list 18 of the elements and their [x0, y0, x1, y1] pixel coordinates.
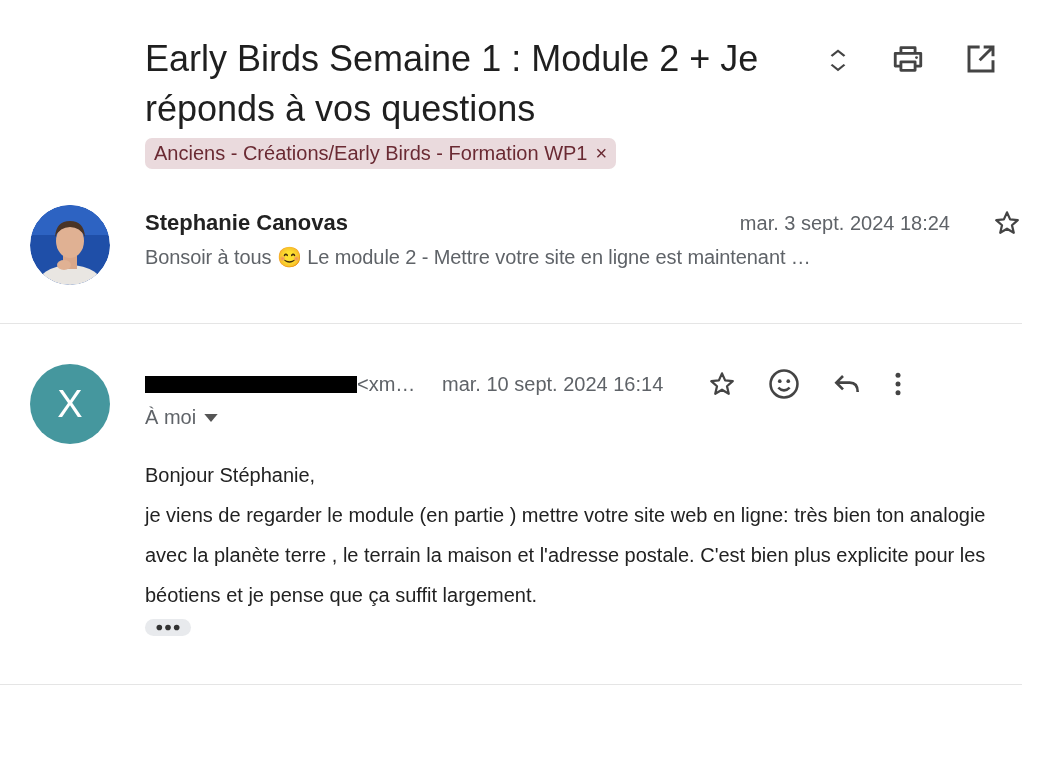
- avatar: X: [30, 364, 110, 444]
- emoji-reaction-icon[interactable]: [767, 367, 802, 401]
- show-trimmed-content-button[interactable]: [145, 619, 191, 636]
- message-paragraph: Bonjour Stéphanie,: [145, 463, 317, 488]
- label-text: Anciens - Créations/Early Birds - Formation WP1: [154, 142, 588, 165]
- message-paragraph: je viens de regarder le module (en partie ) mettre votre site web en ligne: très bien ton analogie avec la planète terre , le terrain la maison et l'adresse postale. C'est bien plus explicite pour les béotiens et je pense que ça suffit largement.: [145, 503, 987, 608]
- message-date: mar. 3 sept. 2024 18:24: [739, 211, 950, 235]
- email-subject: Early Birds Semaine 1 : Module 2 + Je réponds à vos questions: [145, 37, 760, 131]
- remove-label-button[interactable]: ×: [595, 142, 608, 165]
- label-chip[interactable]: Anciens - Créations/Early Birds - Formation WP1 ×: [145, 138, 617, 169]
- message-snippet[interactable]: Bonsoir à tous 😊 Le module 2 - Mettre votre site en ligne est maintenant …: [145, 245, 1022, 269]
- ellipsis-icon: [155, 623, 181, 632]
- sender-email: <xm…: [357, 372, 416, 396]
- caret-icon: [204, 413, 219, 422]
- sender-name: Stephanie Canovas: [145, 210, 349, 236]
- message-date: mar. 10 sept. 2024 16:14: [442, 372, 664, 396]
- open-in-new-window-icon[interactable]: [965, 43, 997, 75]
- recipient-dropdown[interactable]: À moi: [145, 406, 219, 429]
